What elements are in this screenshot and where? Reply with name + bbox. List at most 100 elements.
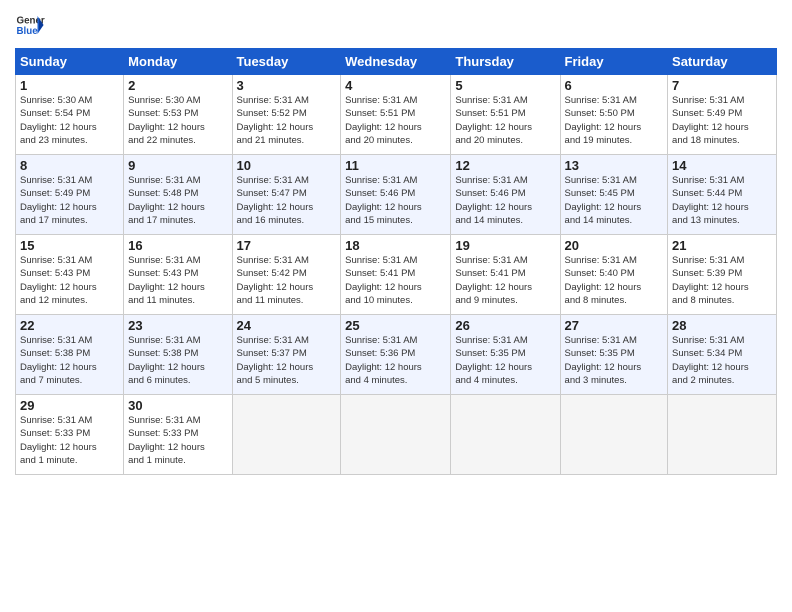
day-number: 8 <box>20 158 119 173</box>
day-info: Sunrise: 5:31 AM Sunset: 5:41 PM Dayligh… <box>455 254 555 307</box>
weekday-thursday: Thursday <box>451 49 560 75</box>
day-number: 26 <box>455 318 555 333</box>
day-info: Sunrise: 5:31 AM Sunset: 5:42 PM Dayligh… <box>237 254 337 307</box>
calendar-cell: 13Sunrise: 5:31 AM Sunset: 5:45 PM Dayli… <box>560 155 668 235</box>
day-info: Sunrise: 5:31 AM Sunset: 5:38 PM Dayligh… <box>128 334 227 387</box>
calendar-cell: 28Sunrise: 5:31 AM Sunset: 5:34 PM Dayli… <box>668 315 777 395</box>
day-number: 24 <box>237 318 337 333</box>
logo: General Blue <box>15 10 45 40</box>
day-info: Sunrise: 5:31 AM Sunset: 5:37 PM Dayligh… <box>237 334 337 387</box>
weekday-sunday: Sunday <box>16 49 124 75</box>
day-info: Sunrise: 5:31 AM Sunset: 5:44 PM Dayligh… <box>672 174 772 227</box>
day-info: Sunrise: 5:31 AM Sunset: 5:46 PM Dayligh… <box>455 174 555 227</box>
day-number: 9 <box>128 158 227 173</box>
calendar-cell: 4Sunrise: 5:31 AM Sunset: 5:51 PM Daylig… <box>341 75 451 155</box>
day-number: 29 <box>20 398 119 413</box>
calendar-cell <box>451 395 560 475</box>
day-info: Sunrise: 5:31 AM Sunset: 5:43 PM Dayligh… <box>20 254 119 307</box>
svg-text:Blue: Blue <box>17 26 39 37</box>
day-number: 14 <box>672 158 772 173</box>
calendar-cell: 7Sunrise: 5:31 AM Sunset: 5:49 PM Daylig… <box>668 75 777 155</box>
weekday-monday: Monday <box>124 49 232 75</box>
day-info: Sunrise: 5:31 AM Sunset: 5:49 PM Dayligh… <box>672 94 772 147</box>
day-info: Sunrise: 5:31 AM Sunset: 5:48 PM Dayligh… <box>128 174 227 227</box>
day-number: 5 <box>455 78 555 93</box>
calendar-cell: 21Sunrise: 5:31 AM Sunset: 5:39 PM Dayli… <box>668 235 777 315</box>
day-number: 19 <box>455 238 555 253</box>
day-info: Sunrise: 5:31 AM Sunset: 5:47 PM Dayligh… <box>237 174 337 227</box>
day-info: Sunrise: 5:31 AM Sunset: 5:50 PM Dayligh… <box>565 94 664 147</box>
day-info: Sunrise: 5:31 AM Sunset: 5:46 PM Dayligh… <box>345 174 446 227</box>
day-number: 21 <box>672 238 772 253</box>
day-number: 17 <box>237 238 337 253</box>
calendar-cell: 18Sunrise: 5:31 AM Sunset: 5:41 PM Dayli… <box>341 235 451 315</box>
calendar-cell: 5Sunrise: 5:31 AM Sunset: 5:51 PM Daylig… <box>451 75 560 155</box>
calendar-cell: 8Sunrise: 5:31 AM Sunset: 5:49 PM Daylig… <box>16 155 124 235</box>
calendar-cell: 15Sunrise: 5:31 AM Sunset: 5:43 PM Dayli… <box>16 235 124 315</box>
day-number: 23 <box>128 318 227 333</box>
day-info: Sunrise: 5:31 AM Sunset: 5:34 PM Dayligh… <box>672 334 772 387</box>
day-number: 28 <box>672 318 772 333</box>
day-number: 1 <box>20 78 119 93</box>
day-number: 27 <box>565 318 664 333</box>
calendar-cell: 19Sunrise: 5:31 AM Sunset: 5:41 PM Dayli… <box>451 235 560 315</box>
weekday-header-row: SundayMondayTuesdayWednesdayThursdayFrid… <box>16 49 777 75</box>
calendar-cell: 25Sunrise: 5:31 AM Sunset: 5:36 PM Dayli… <box>341 315 451 395</box>
calendar-cell: 14Sunrise: 5:31 AM Sunset: 5:44 PM Dayli… <box>668 155 777 235</box>
calendar-cell <box>232 395 341 475</box>
day-info: Sunrise: 5:31 AM Sunset: 5:39 PM Dayligh… <box>672 254 772 307</box>
calendar-cell: 23Sunrise: 5:31 AM Sunset: 5:38 PM Dayli… <box>124 315 232 395</box>
day-info: Sunrise: 5:31 AM Sunset: 5:49 PM Dayligh… <box>20 174 119 227</box>
day-info: Sunrise: 5:31 AM Sunset: 5:45 PM Dayligh… <box>565 174 664 227</box>
day-number: 4 <box>345 78 446 93</box>
weekday-tuesday: Tuesday <box>232 49 341 75</box>
calendar-cell: 2Sunrise: 5:30 AM Sunset: 5:53 PM Daylig… <box>124 75 232 155</box>
calendar-table: SundayMondayTuesdayWednesdayThursdayFrid… <box>15 48 777 475</box>
calendar-cell: 30Sunrise: 5:31 AM Sunset: 5:33 PM Dayli… <box>124 395 232 475</box>
calendar-cell: 12Sunrise: 5:31 AM Sunset: 5:46 PM Dayli… <box>451 155 560 235</box>
calendar-cell: 9Sunrise: 5:31 AM Sunset: 5:48 PM Daylig… <box>124 155 232 235</box>
day-number: 10 <box>237 158 337 173</box>
calendar-cell: 3Sunrise: 5:31 AM Sunset: 5:52 PM Daylig… <box>232 75 341 155</box>
day-info: Sunrise: 5:31 AM Sunset: 5:33 PM Dayligh… <box>20 414 119 467</box>
calendar-cell <box>341 395 451 475</box>
header: General Blue <box>15 10 777 40</box>
day-number: 7 <box>672 78 772 93</box>
day-number: 30 <box>128 398 227 413</box>
calendar-cell: 20Sunrise: 5:31 AM Sunset: 5:40 PM Dayli… <box>560 235 668 315</box>
day-info: Sunrise: 5:31 AM Sunset: 5:35 PM Dayligh… <box>455 334 555 387</box>
calendar-cell: 11Sunrise: 5:31 AM Sunset: 5:46 PM Dayli… <box>341 155 451 235</box>
day-number: 15 <box>20 238 119 253</box>
day-info: Sunrise: 5:30 AM Sunset: 5:53 PM Dayligh… <box>128 94 227 147</box>
day-info: Sunrise: 5:31 AM Sunset: 5:51 PM Dayligh… <box>455 94 555 147</box>
weekday-wednesday: Wednesday <box>341 49 451 75</box>
calendar-cell <box>560 395 668 475</box>
day-number: 25 <box>345 318 446 333</box>
week-row-1: 1Sunrise: 5:30 AM Sunset: 5:54 PM Daylig… <box>16 75 777 155</box>
week-row-3: 15Sunrise: 5:31 AM Sunset: 5:43 PM Dayli… <box>16 235 777 315</box>
day-info: Sunrise: 5:31 AM Sunset: 5:43 PM Dayligh… <box>128 254 227 307</box>
day-info: Sunrise: 5:31 AM Sunset: 5:36 PM Dayligh… <box>345 334 446 387</box>
calendar-cell: 22Sunrise: 5:31 AM Sunset: 5:38 PM Dayli… <box>16 315 124 395</box>
day-info: Sunrise: 5:31 AM Sunset: 5:41 PM Dayligh… <box>345 254 446 307</box>
calendar-cell: 26Sunrise: 5:31 AM Sunset: 5:35 PM Dayli… <box>451 315 560 395</box>
day-number: 6 <box>565 78 664 93</box>
day-number: 12 <box>455 158 555 173</box>
week-row-2: 8Sunrise: 5:31 AM Sunset: 5:49 PM Daylig… <box>16 155 777 235</box>
calendar-cell <box>668 395 777 475</box>
day-number: 2 <box>128 78 227 93</box>
day-info: Sunrise: 5:30 AM Sunset: 5:54 PM Dayligh… <box>20 94 119 147</box>
week-row-4: 22Sunrise: 5:31 AM Sunset: 5:38 PM Dayli… <box>16 315 777 395</box>
day-info: Sunrise: 5:31 AM Sunset: 5:40 PM Dayligh… <box>565 254 664 307</box>
calendar-cell: 24Sunrise: 5:31 AM Sunset: 5:37 PM Dayli… <box>232 315 341 395</box>
day-number: 20 <box>565 238 664 253</box>
calendar-cell: 29Sunrise: 5:31 AM Sunset: 5:33 PM Dayli… <box>16 395 124 475</box>
day-number: 16 <box>128 238 227 253</box>
logo-icon: General Blue <box>15 10 45 40</box>
calendar-cell: 1Sunrise: 5:30 AM Sunset: 5:54 PM Daylig… <box>16 75 124 155</box>
week-row-5: 29Sunrise: 5:31 AM Sunset: 5:33 PM Dayli… <box>16 395 777 475</box>
calendar-cell: 6Sunrise: 5:31 AM Sunset: 5:50 PM Daylig… <box>560 75 668 155</box>
day-number: 13 <box>565 158 664 173</box>
calendar-cell: 17Sunrise: 5:31 AM Sunset: 5:42 PM Dayli… <box>232 235 341 315</box>
weekday-saturday: Saturday <box>668 49 777 75</box>
